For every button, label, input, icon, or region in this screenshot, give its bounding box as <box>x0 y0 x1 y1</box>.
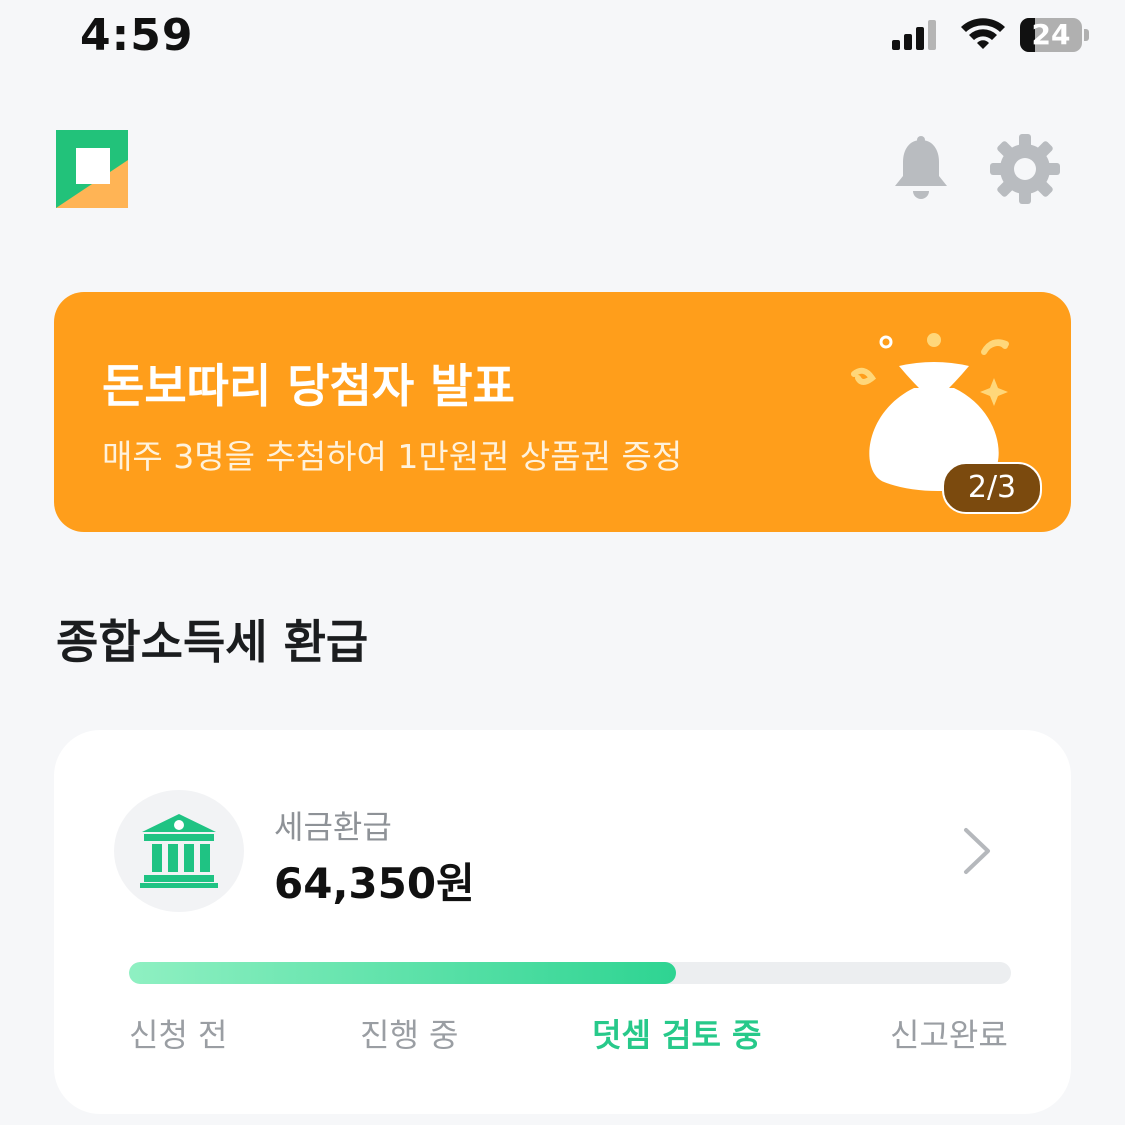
progress-track <box>129 962 1011 984</box>
refund-card[interactable]: 세금환급 64,350원 신청 전 진행 중 덧셈 검토 중 신고완료 <box>54 730 1071 1114</box>
status-bar: 4:59 24 <box>0 0 1125 80</box>
refund-label: 세금환급 <box>274 808 392 846</box>
wifi-icon <box>961 18 1005 49</box>
app-logo-icon[interactable] <box>56 130 128 208</box>
banner-title: 돈보따리 당첨자 발표 <box>102 359 515 413</box>
chevron-right-icon[interactable] <box>960 826 994 876</box>
refund-amount: 64,350원 <box>274 859 475 908</box>
step-label: 진행 중 <box>360 1016 459 1054</box>
battery-percent: 24 <box>1031 18 1071 51</box>
step-label: 신고완료 <box>890 1016 1008 1054</box>
section-title: 종합소득세 환급 <box>56 615 369 669</box>
banner-subtitle: 매주 3명을 추첨하여 1만원권 상품권 증정 <box>102 437 683 476</box>
bank-icon-container <box>114 790 244 912</box>
bell-icon[interactable] <box>890 136 952 202</box>
bank-icon <box>140 814 218 888</box>
step-label-active: 덧셈 검토 중 <box>592 1016 762 1054</box>
progress-fill <box>129 962 676 984</box>
cellular-signal-icon <box>892 20 936 50</box>
gear-icon[interactable] <box>990 134 1060 204</box>
promo-banner[interactable]: 돈보따리 당첨자 발표 매주 3명을 추첨하여 1만원권 상품권 증정 2/3 <box>54 292 1071 532</box>
banner-page-indicator: 2/3 <box>942 462 1042 514</box>
status-time: 4:59 <box>80 10 194 61</box>
battery-indicator: 24 <box>1020 18 1090 54</box>
step-label: 신청 전 <box>129 1016 228 1054</box>
